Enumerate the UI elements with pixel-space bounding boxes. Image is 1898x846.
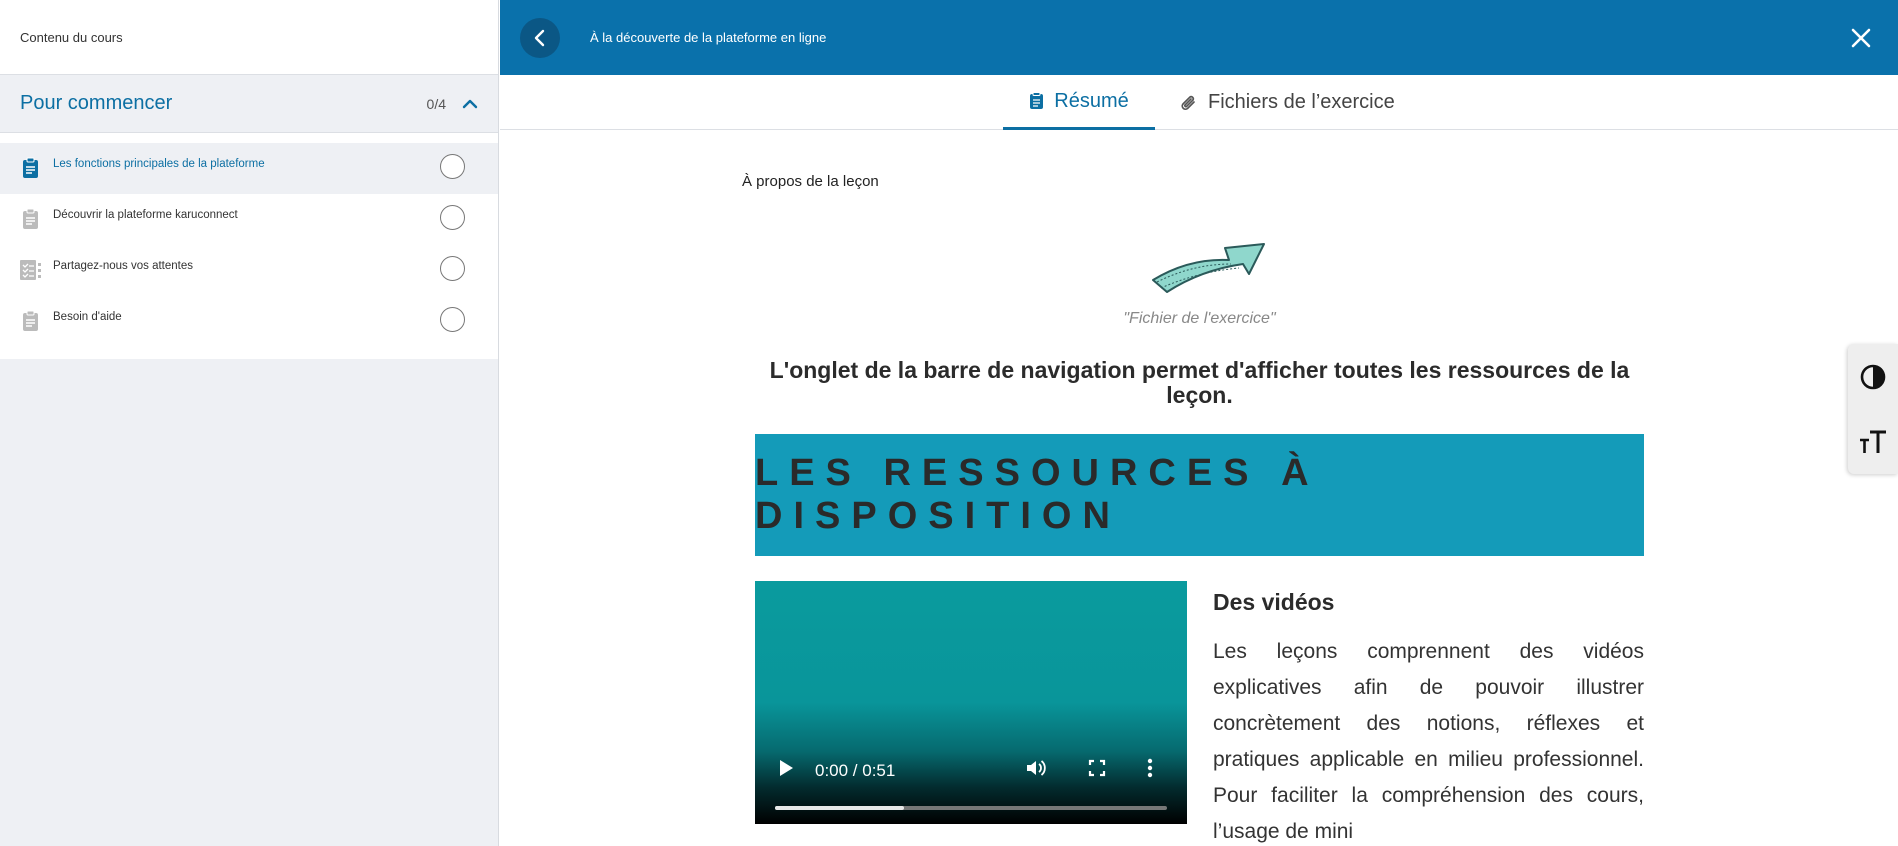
lesson-title: À la découverte de la plateforme en lign…: [590, 30, 827, 45]
sidebar-heading: Contenu du cours: [0, 0, 498, 75]
chevron-up-icon[interactable]: [462, 96, 478, 112]
lesson-topbar: À la découverte de la plateforme en lign…: [500, 0, 1898, 75]
videos-section: Des vidéos Les leçons comprennent des vi…: [1213, 581, 1644, 846]
fullscreen-icon[interactable]: [1087, 758, 1107, 778]
lesson-completion-checkbox[interactable]: [440, 205, 465, 230]
contrast-icon: [1860, 364, 1886, 389]
lesson-completion-checkbox[interactable]: [440, 307, 465, 332]
video-progress-fill: [775, 806, 905, 810]
lesson-item[interactable]: Besoin d'aide: [0, 296, 498, 347]
lesson-label: Les fonctions principales de la platefor…: [53, 158, 265, 170]
close-button[interactable]: [1846, 23, 1876, 53]
checklist-icon: [20, 259, 42, 283]
video-player[interactable]: 0:00 / 0:51: [755, 581, 1187, 824]
course-sidebar: Contenu du cours Pour commencer 0/4 Les …: [0, 0, 499, 846]
tab-label: Fichiers de l’exercice: [1208, 91, 1395, 113]
arrow-illustration: [1149, 230, 1269, 301]
image-caption: "Fichier de l'exercice": [1123, 310, 1276, 327]
lesson-item[interactable]: Les fonctions principales de la platefor…: [0, 143, 498, 194]
videos-section-body: Les leçons comprennent des vidéos explic…: [1213, 640, 1644, 843]
tab-exercise-files[interactable]: Fichiers de l’exercice: [1180, 75, 1395, 130]
video-progress-bar[interactable]: [775, 806, 1167, 810]
document-icon: [20, 157, 42, 181]
resources-banner: LES RESSOURCES À DISPOSITION: [755, 434, 1644, 556]
lesson-label: Besoin d'aide: [53, 311, 122, 323]
tab-resume[interactable]: Résumé: [1003, 75, 1155, 130]
close-icon: [1851, 28, 1871, 47]
document-icon: [20, 208, 42, 232]
section-progress-count: 0/4: [426, 95, 446, 112]
text-size-icon: [1860, 430, 1886, 453]
text-size-button[interactable]: [1848, 409, 1898, 474]
document-icon: [1029, 92, 1044, 110]
video-time: 0:00 / 0:51: [815, 761, 896, 780]
about-lesson-heading: À propos de la leçon: [742, 173, 879, 190]
lesson-item[interactable]: Découvrir la plateforme karuconnect: [0, 194, 498, 245]
videos-section-title: Des vidéos: [1213, 589, 1335, 615]
play-icon[interactable]: [777, 758, 795, 778]
lesson-content: À propos de la leçon "Fichier de l'exerc…: [742, 130, 1657, 846]
tab-label: Résumé: [1054, 89, 1129, 112]
lesson-completion-checkbox[interactable]: [440, 256, 465, 281]
paperclip-icon: [1180, 93, 1198, 113]
lesson-label: Partagez-nous vos attentes: [53, 260, 193, 272]
banner-text: LES RESSOURCES À DISPOSITION: [755, 452, 1320, 537]
section-header[interactable]: Pour commencer 0/4: [0, 75, 498, 133]
more-options-icon[interactable]: [1147, 758, 1153, 778]
lesson-intro-text: L'onglet de la barre de navigation perme…: [769, 357, 1630, 409]
chevron-left-icon: [534, 29, 545, 46]
lesson-item[interactable]: Partagez-nous vos attentes: [0, 245, 498, 296]
accessibility-toolbar: [1848, 344, 1898, 474]
contrast-toggle-button[interactable]: [1848, 344, 1898, 409]
lesson-completion-checkbox[interactable]: [440, 154, 465, 179]
volume-icon[interactable]: [1025, 758, 1047, 778]
lesson-list: Les fonctions principales de la platefor…: [0, 133, 498, 359]
section-title: Pour commencer: [20, 92, 173, 114]
document-icon: [20, 310, 42, 334]
lesson-tabs: Résumé Fichiers de l’exercice: [500, 75, 1898, 130]
lesson-label: Découvrir la plateforme karuconnect: [53, 209, 238, 221]
back-button[interactable]: [520, 17, 560, 58]
